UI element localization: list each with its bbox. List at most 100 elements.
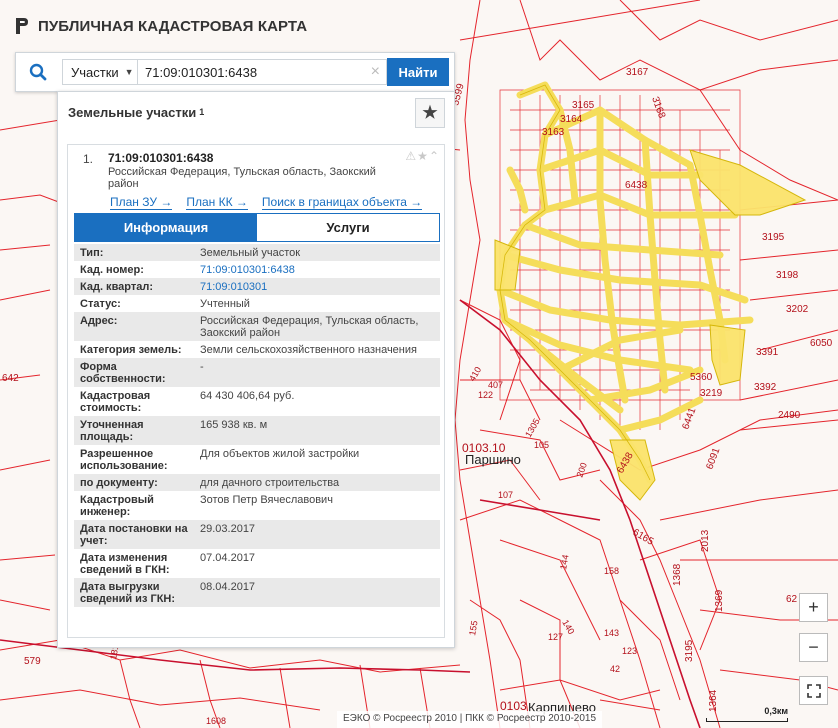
parcel-label: 158 bbox=[604, 566, 619, 576]
parcel-label: 105 bbox=[534, 440, 549, 450]
map-label: 3195 bbox=[684, 639, 695, 662]
warning-icon[interactable]: ⚠ bbox=[405, 149, 417, 163]
map-label: 1368 bbox=[672, 563, 683, 586]
map-attribution: ЕЭКО © Росреестр 2010 | ПКК © Росреестр … bbox=[337, 711, 603, 728]
star-icon: ★ bbox=[422, 103, 438, 122]
map-label: 5360 bbox=[690, 372, 713, 383]
parcel-label: 42 bbox=[610, 664, 620, 674]
info-key: Тип: bbox=[80, 247, 104, 259]
tab-services[interactable]: Услуги bbox=[257, 214, 439, 241]
info-row: Тип: Земельный участок bbox=[74, 244, 440, 261]
info-row: Кад. номер: 71:09:010301:6438 bbox=[74, 261, 440, 278]
info-row: по документу: для дачного строительства bbox=[74, 474, 440, 491]
result-card: 1. 71:09:010301:6438 Российская Федераци… bbox=[67, 144, 445, 638]
result-title[interactable]: 71:09:010301:6438 bbox=[108, 151, 213, 165]
plan-kk-link[interactable]: План КК → bbox=[186, 195, 248, 210]
results-panel: Земельные участки 1 ★ 1. 71:09:010301:64… bbox=[57, 91, 455, 648]
info-value-link[interactable]: 71:09:010301:6438 bbox=[194, 264, 440, 276]
info-key: Кад. номер: bbox=[80, 264, 144, 276]
search-icon[interactable] bbox=[16, 53, 60, 91]
info-value: 29.03.2017 bbox=[200, 523, 256, 535]
info-value: Российская Федерация, Тульская область, … bbox=[200, 315, 419, 339]
results-header: Земельные участки 1 ★ bbox=[58, 92, 454, 132]
info-key: Разрешенное использование: bbox=[80, 448, 168, 472]
clear-icon[interactable]: × bbox=[371, 63, 380, 81]
info-row: Кадастровый инженер: Зотов Петр Вячеславо… bbox=[74, 491, 440, 520]
info-key: Кад. квартал: bbox=[80, 281, 154, 293]
info-key: Кадастровая стоимость: bbox=[80, 390, 151, 414]
result-number: 1. bbox=[83, 152, 94, 166]
info-value: 64 430 406,64 руб. bbox=[200, 390, 295, 402]
info-key: Дата выгрузки сведений из ГКН: bbox=[80, 581, 176, 605]
result-address: Российская Федерация, Тульская область, … bbox=[108, 166, 376, 190]
info-value: - bbox=[200, 361, 204, 373]
parcel-label: 107 bbox=[498, 490, 513, 500]
rosreestr-logo-icon[interactable] bbox=[14, 16, 30, 36]
map-label: 3163 bbox=[542, 127, 565, 138]
map-scale: 0,3км bbox=[706, 706, 788, 722]
info-key: Кадастровый инженер: bbox=[80, 494, 154, 518]
map-label: 3391 bbox=[756, 347, 779, 358]
info-key: Форма собственности: bbox=[80, 361, 166, 385]
info-row: Дата изменения сведений в ГКН: 07.04.2017 bbox=[74, 549, 440, 578]
info-value: 08.04.2017 bbox=[200, 581, 256, 593]
parcel-label: 1608 bbox=[206, 716, 226, 726]
info-row: Разрешенное использование: Для объектов ж… bbox=[74, 445, 440, 474]
map-label: 3392 bbox=[754, 382, 777, 393]
map-label: 3219 bbox=[700, 388, 723, 399]
parcel-label: 127 bbox=[548, 632, 563, 642]
chevron-down-icon: ▼ bbox=[124, 67, 134, 77]
search-type-label: Участки bbox=[71, 64, 119, 80]
info-value-link[interactable]: 71:09:010301 bbox=[194, 281, 440, 293]
results-count: 1 bbox=[199, 107, 205, 117]
search-type-select[interactable]: Участки ▼ bbox=[62, 59, 138, 85]
info-row: Дата выгрузки сведений из ГКН: 08.04.2017 bbox=[74, 578, 440, 607]
info-key: по документу: bbox=[80, 477, 158, 489]
parcel-label: 143 bbox=[604, 628, 619, 638]
zoom-in-button[interactable]: + bbox=[799, 593, 828, 622]
plan-zu-link[interactable]: План ЗУ → bbox=[110, 195, 173, 210]
search-input[interactable]: 71:09:010301:6438 × bbox=[137, 59, 387, 85]
map-label: 1369 bbox=[714, 589, 725, 612]
zoom-out-button[interactable]: − bbox=[799, 633, 828, 662]
info-row: Статус: Учтенный bbox=[74, 295, 440, 312]
info-key: Уточненная площадь: bbox=[80, 419, 144, 443]
favorites-button[interactable]: ★ bbox=[415, 98, 445, 128]
info-row: Уточненная площадь: 165 938 кв. м bbox=[74, 416, 440, 445]
map-label: 2013 bbox=[700, 529, 711, 552]
chevron-up-icon[interactable]: ⌃ bbox=[429, 149, 440, 163]
parcel-label: 122 bbox=[478, 390, 493, 400]
map-label: 6050 bbox=[810, 338, 833, 349]
info-row: Кад. квартал: 71:09:010301 bbox=[74, 278, 440, 295]
info-value: Земли сельскохозяйственного назначения bbox=[200, 344, 417, 356]
fullscreen-icon bbox=[806, 683, 821, 698]
parcel-label: 407 bbox=[488, 380, 503, 390]
info-key: Категория земель: bbox=[80, 344, 182, 356]
scale-label: 0,3км bbox=[764, 706, 788, 716]
map-label: 642 bbox=[2, 373, 19, 384]
info-value: Зотов Петр Вячеславович bbox=[200, 494, 333, 506]
card-actions: ⚠★⌃ bbox=[405, 149, 440, 163]
info-value: для дачного строительства bbox=[200, 477, 340, 489]
map-label: 2490 bbox=[778, 410, 801, 421]
info-row: Форма собственности: - bbox=[74, 358, 440, 387]
info-row: Дата постановки на учет: 29.03.2017 bbox=[74, 520, 440, 549]
map-label: 6438 bbox=[625, 180, 648, 191]
info-key: Дата постановки на учет: bbox=[80, 523, 188, 547]
fullscreen-button[interactable] bbox=[799, 676, 828, 705]
info-value: 07.04.2017 bbox=[200, 552, 256, 564]
info-row: Категория земель: Земли сельскохозяйствен… bbox=[74, 341, 440, 358]
find-button[interactable]: Найти bbox=[387, 58, 449, 86]
results-header-label: Земельные участки bbox=[68, 104, 197, 120]
search-query-text: 71:09:010301:6438 bbox=[145, 64, 258, 80]
info-value: Учтенный bbox=[200, 298, 250, 310]
star-icon[interactable]: ★ bbox=[417, 149, 429, 163]
search-in-bounds-link[interactable]: Поиск в границах объекта → bbox=[261, 195, 423, 210]
info-value: Для объектов жилой застройки bbox=[200, 448, 360, 460]
tab-information[interactable]: Информация bbox=[75, 214, 257, 241]
app-title: ПУБЛИЧНАЯ КАДАСТРОВАЯ КАРТА bbox=[38, 17, 308, 35]
map-label: 62 bbox=[786, 594, 798, 605]
map-label: 3164 bbox=[560, 114, 583, 125]
map-label: 3167 bbox=[626, 67, 649, 78]
info-value: 165 938 кв. м bbox=[200, 419, 268, 431]
